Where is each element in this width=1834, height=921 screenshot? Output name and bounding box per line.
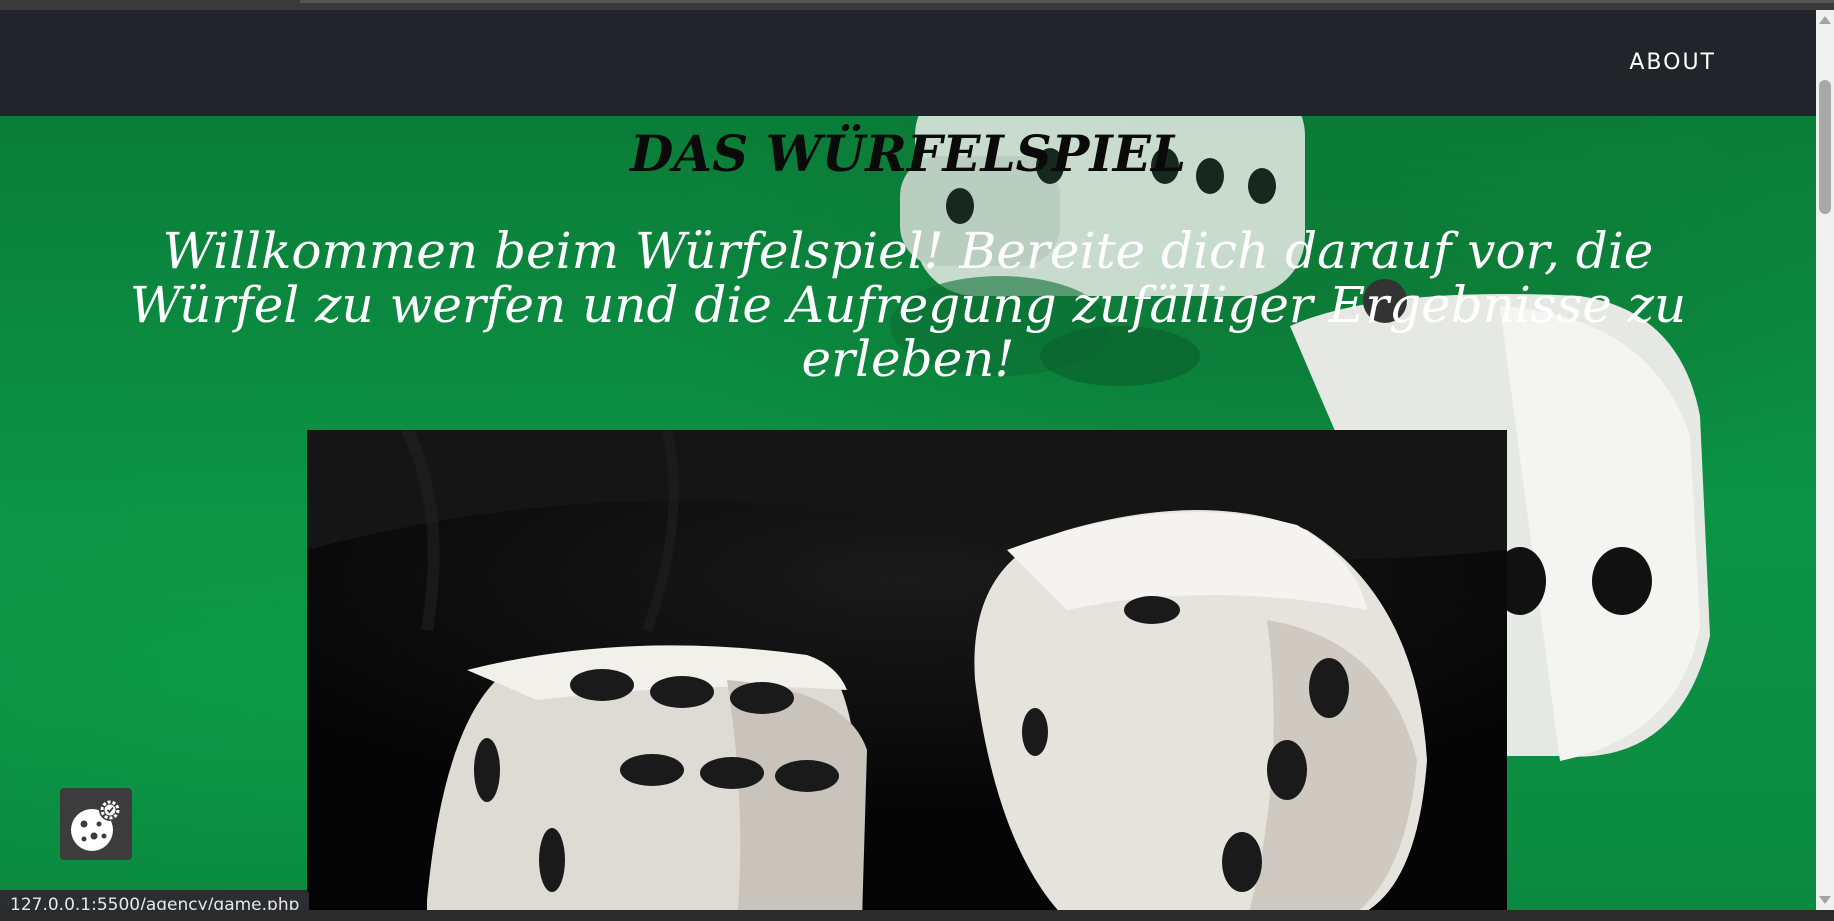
welcome-text: Willkommen beim Würfelspiel! Bereite dic… <box>129 222 1687 388</box>
vertical-scrollbar[interactable] <box>1816 10 1834 910</box>
page-title: DAS WÜRFELSPIEL <box>629 124 1187 183</box>
page-viewport: ABOUT DAS WÜRFELSPIEL Willkommen beim Wü… <box>0 10 1816 910</box>
navbar: ABOUT <box>0 10 1816 116</box>
nav-link-about[interactable]: ABOUT <box>1629 50 1716 75</box>
dice-photo <box>307 430 1507 910</box>
cookie-settings-button[interactable] <box>60 788 132 860</box>
scroll-down-arrow-icon[interactable] <box>1819 896 1831 904</box>
cookie-settings-icon <box>71 799 121 851</box>
browser-top-bar <box>0 0 1834 10</box>
status-bar-url: 127.0.0.1:5500/agency/game.php <box>0 890 310 910</box>
browser-bottom-bar <box>0 910 1834 921</box>
scroll-thumb[interactable] <box>1819 80 1831 214</box>
scroll-up-arrow-icon[interactable] <box>1819 16 1831 24</box>
